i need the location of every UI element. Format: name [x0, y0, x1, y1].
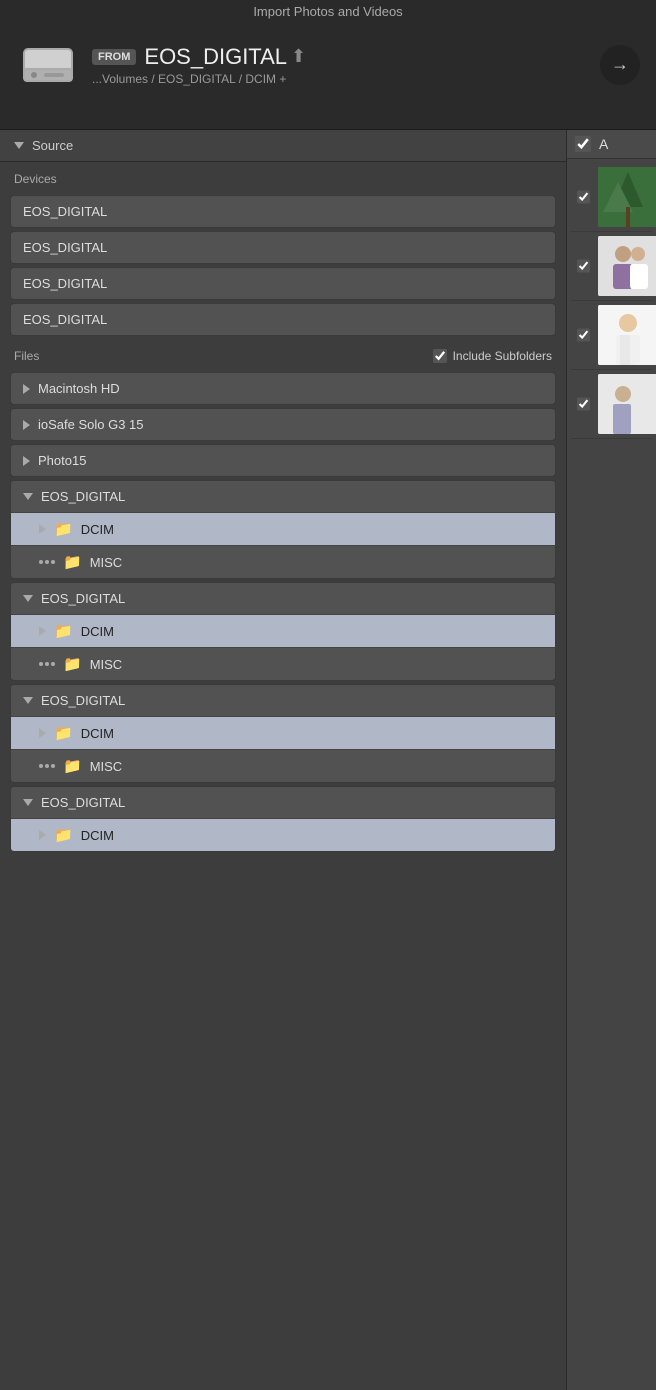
tree-child-misc1[interactable]: 📁 MISC: [11, 545, 555, 578]
next-button[interactable]: →: [600, 45, 640, 85]
tree-expanded-eos4: EOS_DIGITAL 📁 DCIM: [10, 786, 556, 852]
tree-child-dcim4[interactable]: 📁 DCIM: [11, 818, 555, 851]
photo-checkbox-4[interactable]: [577, 396, 590, 412]
top-bar: Import Photos and Videos FROM EOS_DIGITA…: [0, 0, 656, 130]
folder-icon-misc1: 📁: [63, 553, 82, 571]
tree-child-dcim1[interactable]: 📁 DCIM: [11, 512, 555, 545]
tree-expanded-eos1: EOS_DIGITAL 📁 DCIM 📁 MISC: [10, 480, 556, 579]
expand-dcim3-icon: [39, 728, 46, 738]
files-label: Files: [14, 349, 39, 363]
expand-dcim4-icon: [39, 830, 46, 840]
device-path: ...Volumes / EOS_DIGITAL / DCIM +: [92, 72, 588, 86]
tree-parent-eos2[interactable]: EOS_DIGITAL: [11, 583, 555, 614]
expand-dcim2-icon: [39, 626, 46, 636]
misc3-dots: [39, 764, 55, 768]
check-all-label: A: [599, 136, 608, 152]
tree-child-misc2[interactable]: 📁 MISC: [11, 647, 555, 680]
devices-label: Devices: [0, 162, 566, 192]
device-name-header: EOS_DIGITAL: [144, 44, 287, 70]
include-subfolders-checkbox[interactable]: [433, 349, 447, 363]
source-label: Source: [32, 138, 73, 153]
header-top-row: FROM EOS_DIGITAL ⬆: [92, 44, 588, 70]
tree-child-dcim3[interactable]: 📁 DCIM: [11, 716, 555, 749]
device-btn-4[interactable]: EOS_DIGITAL: [10, 303, 556, 336]
tree-child-dcim2[interactable]: 📁 DCIM: [11, 614, 555, 647]
collapse-eos2-icon: [23, 595, 33, 602]
dropdown-icon[interactable]: ⬆: [291, 46, 306, 67]
photo-thumb-3[interactable]: [598, 305, 656, 365]
tree-parent-eos3[interactable]: EOS_DIGITAL: [11, 685, 555, 716]
tree-item-photo15[interactable]: Photo15: [10, 444, 556, 477]
folder-icon-misc3: 📁: [63, 757, 82, 775]
tree-expanded-eos2: EOS_DIGITAL 📁 DCIM 📁 MISC: [10, 582, 556, 681]
tree-parent-eos1[interactable]: EOS_DIGITAL: [11, 481, 555, 512]
expand-dcim1-icon: [39, 524, 46, 534]
tree-item-iosafe[interactable]: ioSafe Solo G3 15: [10, 408, 556, 441]
photo-checkbox-2[interactable]: [577, 258, 590, 274]
photo-row-3: [571, 301, 652, 370]
collapse-eos1-icon: [23, 493, 33, 500]
photo-row-1: [571, 163, 652, 232]
source-section-header[interactable]: Source: [0, 130, 566, 162]
photo-checkbox-3[interactable]: [577, 327, 590, 343]
folder-icon-misc2: 📁: [63, 655, 82, 673]
expand-photo15-icon: [23, 456, 30, 466]
check-all-checkbox[interactable]: [575, 136, 591, 152]
from-label: FROM: [92, 49, 136, 65]
include-subfolders-label[interactable]: Include Subfolders: [433, 349, 552, 363]
photo-thumb-4[interactable]: [598, 374, 656, 434]
right-panel: A: [567, 130, 656, 1390]
folder-icon-dcim3: 📁: [54, 724, 73, 742]
photo-checkbox-1[interactable]: [577, 189, 590, 205]
collapse-eos3-icon: [23, 697, 33, 704]
app-title: Import Photos and Videos: [253, 4, 402, 19]
device-btn-3[interactable]: EOS_DIGITAL: [10, 267, 556, 300]
tree-expanded-eos3: EOS_DIGITAL 📁 DCIM 📁 MISC: [10, 684, 556, 783]
collapse-eos4-icon: [23, 799, 33, 806]
tree-parent-eos4[interactable]: EOS_DIGITAL: [11, 787, 555, 818]
misc2-dots: [39, 662, 55, 666]
folder-icon-dcim1: 📁: [54, 520, 73, 538]
device-icon: [16, 33, 80, 97]
left-panel: Source Devices EOS_DIGITAL EOS_DIGITAL E…: [0, 130, 567, 1390]
tree-item-macintosh[interactable]: Macintosh HD: [10, 372, 556, 405]
source-collapse-icon: [14, 142, 24, 149]
expand-macintosh-icon: [23, 384, 30, 394]
device-btn-2[interactable]: EOS_DIGITAL: [10, 231, 556, 264]
files-row: Files Include Subfolders: [0, 339, 566, 369]
misc1-dots: [39, 560, 55, 564]
expand-iosafe-icon: [23, 420, 30, 430]
tree-child-misc3[interactable]: 📁 MISC: [11, 749, 555, 782]
main-layout: Source Devices EOS_DIGITAL EOS_DIGITAL E…: [0, 130, 656, 1390]
photo-row-2: [571, 232, 652, 301]
folder-icon-dcim4: 📁: [54, 826, 73, 844]
photo-row-4: [571, 370, 652, 439]
device-btn-1[interactable]: EOS_DIGITAL: [10, 195, 556, 228]
photo-list: [567, 159, 656, 1390]
photo-thumb-1[interactable]: [598, 167, 656, 227]
right-top-bar: A: [567, 130, 656, 159]
photo-thumb-2[interactable]: [598, 236, 656, 296]
folder-icon-dcim2: 📁: [54, 622, 73, 640]
